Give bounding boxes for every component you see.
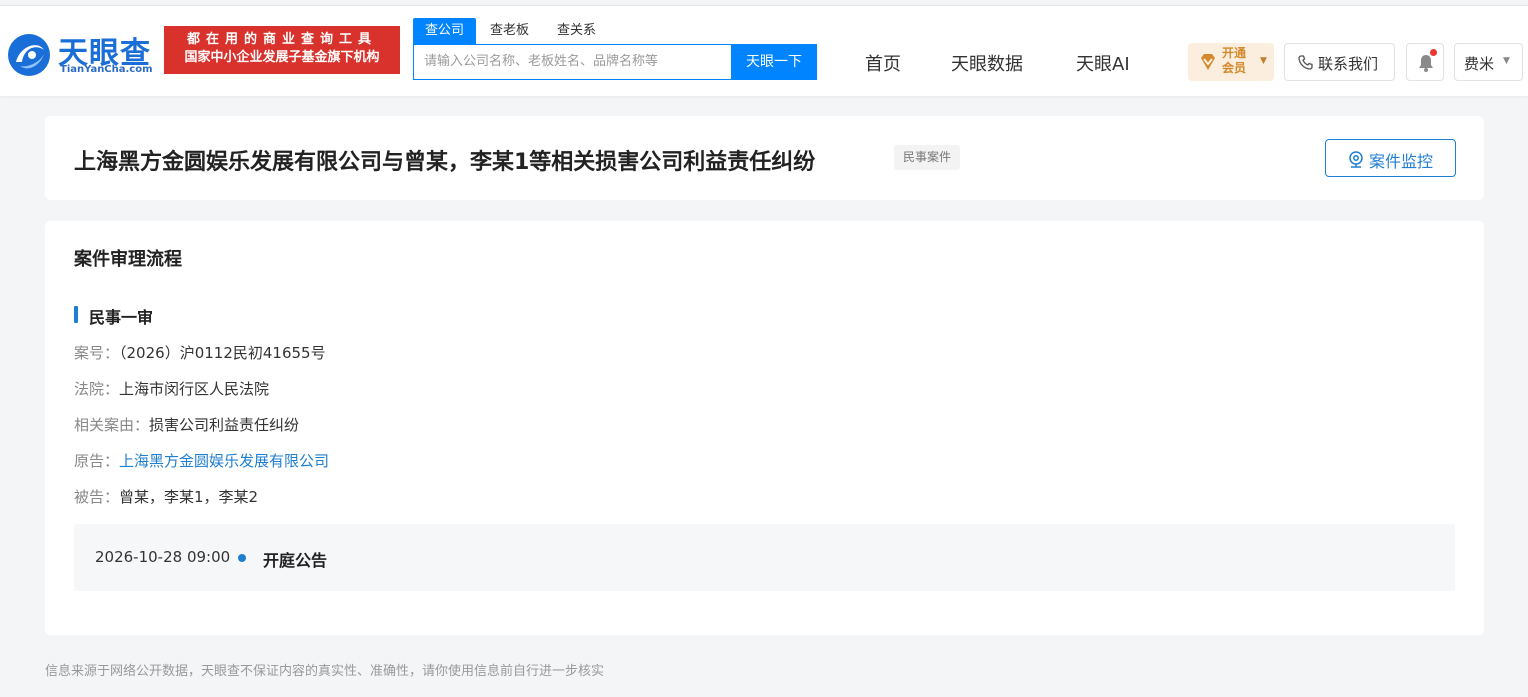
vip-label-line-2: 会员 [1222, 61, 1247, 75]
phone-icon [1298, 55, 1313, 70]
caret-down-icon: ▼ [1503, 56, 1510, 66]
field-value: 曾某，李某1，李某2 [119, 488, 259, 506]
plaintiff-link[interactable]: 上海黑方金圆娱乐发展有限公司 [119, 452, 329, 470]
contact-button[interactable]: 联系我们 [1284, 43, 1395, 81]
case-type-badge: 民事案件 [894, 145, 961, 170]
diamond-icon [1201, 54, 1215, 70]
vip-label-line-1: 开通 [1222, 46, 1247, 60]
search-tab-relation[interactable]: 查关系 [545, 18, 608, 44]
vip-button[interactable]: 开通 会员 ▼ [1188, 43, 1274, 81]
field-label: 法院： [74, 380, 120, 398]
timeline-item: 2026-10-28 09:00 开庭公告 [74, 524, 1455, 591]
timeline-dot [238, 554, 246, 562]
contact-label: 联系我们 [1318, 55, 1379, 73]
field-value: （2026）沪0112民初41655号 [119, 344, 326, 362]
field-label: 相关案由： [74, 416, 150, 434]
bell-icon [1419, 55, 1433, 72]
field-value: 上海市闵行区人民法院 [119, 380, 270, 398]
slogan-line-1: 都在用的商业查询工具 [186, 32, 377, 47]
vip-label: 开通 会员 [1222, 46, 1246, 76]
section-title: 案件审理流程 [74, 249, 182, 270]
timeline-datetime: 2026-10-28 09:00 [95, 548, 231, 566]
caret-down-icon: ▼ [1260, 56, 1267, 66]
user-name: 费米 [1464, 55, 1495, 73]
timeline-event[interactable]: 开庭公告 [263, 547, 327, 571]
field-label: 被告： [74, 488, 120, 506]
case-monitor-button[interactable]: 案件监控 [1325, 139, 1456, 177]
disclaimer-note: 信息来源于网络公开数据，天眼查不保证内容的真实性、准确性，请你使用信息前自行进一… [45, 664, 605, 679]
stage-title: 民事一审 [89, 308, 154, 327]
search-tab-boss[interactable]: 查老板 [478, 18, 541, 44]
search-tab-company[interactable]: 查公司 [413, 18, 477, 44]
field-label: 原告： [74, 452, 120, 470]
stage-accent-bar [74, 306, 78, 323]
case-process-card: 案件审理流程 民事一审 案号：（2026）沪0112民初41655号 法院：上海… [45, 221, 1484, 635]
field-cause: 相关案由：损害公司利益责任纠纷 [74, 414, 299, 435]
logo-domain: TianYanCha.com [60, 64, 153, 75]
notification-button[interactable] [1406, 43, 1444, 81]
field-court: 法院：上海市闵行区人民法院 [74, 378, 269, 399]
logo-mark-icon [8, 34, 50, 76]
site-logo[interactable]: 天眼查 TianYanCha.com [6, 26, 156, 82]
field-defendant: 被告：曾某，李某1，李某2 [74, 486, 258, 507]
case-title-card: 上海黑方金圆娱乐发展有限公司与曾某，李某1等相关损害公司利益责任纠纷 民事案件 … [45, 116, 1484, 200]
user-menu[interactable]: 费米 ▼ [1454, 43, 1523, 81]
site-header: 天眼查 TianYanCha.com 都在用的商业查询工具 国家中小企业发展子基… [0, 6, 1528, 96]
field-value: 损害公司利益责任纠纷 [149, 416, 300, 434]
case-monitor-label: 案件监控 [1369, 152, 1434, 171]
field-plaintiff: 原告：上海黑方金圆娱乐发展有限公司 [74, 450, 329, 471]
field-label: 案号： [74, 344, 120, 362]
search-input[interactable]: 请输入公司名称、老板姓名、品牌名称等 [413, 44, 731, 80]
nav-home[interactable]: 首页 [865, 50, 901, 76]
nav-tianyan-ai[interactable]: 天眼AI [1076, 50, 1130, 76]
slogan-banner: 都在用的商业查询工具 国家中小企业发展子基金旗下机构 [164, 26, 400, 74]
notification-dot [1430, 49, 1437, 56]
monitor-eye-icon [1349, 151, 1363, 168]
nav-tianyan-data[interactable]: 天眼数据 [951, 50, 1023, 76]
field-case-number: 案号：（2026）沪0112民初41655号 [74, 342, 326, 363]
search-button[interactable]: 天眼一下 [731, 44, 817, 80]
slogan-line-2: 国家中小企业发展子基金旗下机构 [184, 50, 380, 65]
case-title: 上海黑方金圆娱乐发展有限公司与曾某，李某1等相关损害公司利益责任纠纷 [74, 150, 816, 175]
